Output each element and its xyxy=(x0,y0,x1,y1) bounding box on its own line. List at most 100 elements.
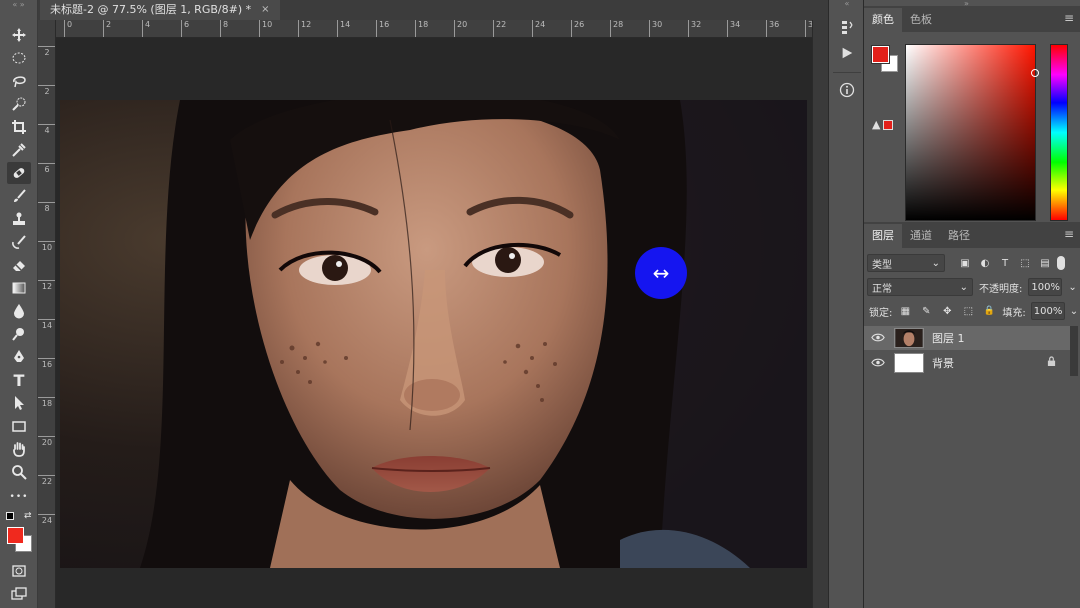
move-tool-icon[interactable] xyxy=(7,24,31,46)
lock-icon xyxy=(1047,356,1056,370)
screen-mode-icon[interactable] xyxy=(7,583,31,605)
layers-scrollbar[interactable] xyxy=(1070,326,1078,376)
quick-mask-icon[interactable] xyxy=(7,560,31,582)
document-tab[interactable]: 未标题-2 @ 77.5% (图层 1, RGB/8#) * × xyxy=(40,0,280,20)
ruler-tick-label: 14 xyxy=(337,20,350,37)
lock-pixels-icon[interactable]: ✎ xyxy=(918,306,934,317)
chevron-down-icon[interactable]: ⌄ xyxy=(1068,282,1076,293)
ruler-tick-label: 30 xyxy=(649,20,662,37)
history-brush-tool-icon[interactable] xyxy=(7,231,31,253)
lock-all-icon[interactable]: 🔒 xyxy=(981,306,997,316)
ruler-tick-label: 10 xyxy=(259,20,272,37)
ruler-tick-label: 8 xyxy=(38,202,55,213)
toolbar-grip[interactable]: « » xyxy=(0,0,37,10)
filter-kind-label: 类型 xyxy=(872,259,892,271)
ruler-tick-label: 4 xyxy=(142,20,150,37)
pixel-filter-icon[interactable]: ▣ xyxy=(957,258,973,269)
gradient-tool-icon[interactable] xyxy=(7,277,31,299)
lasso-tool-icon[interactable] xyxy=(7,70,31,92)
eyedropper-tool-icon[interactable] xyxy=(7,139,31,161)
ruler-tick-label: 18 xyxy=(38,397,55,408)
zoom-tool-icon[interactable] xyxy=(7,461,31,483)
rectangle-tool-icon[interactable] xyxy=(7,415,31,437)
brush-tool-icon[interactable] xyxy=(7,185,31,207)
ruler-tick-label: 24 xyxy=(532,20,545,37)
fill-input[interactable]: 100% xyxy=(1030,302,1065,320)
layer-row-background[interactable]: 背景 xyxy=(864,351,1070,375)
crop-tool-icon[interactable] xyxy=(7,116,31,138)
path-select-tool-icon[interactable] xyxy=(7,392,31,414)
tab-channels[interactable]: 通道 xyxy=(902,224,940,248)
eye-icon[interactable] xyxy=(864,332,892,345)
shape-filter-icon[interactable]: ⬚ xyxy=(1017,258,1033,269)
marquee-tool-icon[interactable] xyxy=(7,47,31,69)
horizontal-ruler[interactable]: 02468101214161820222426283032343638 xyxy=(56,20,828,38)
quick-select-tool-icon[interactable] xyxy=(7,93,31,115)
vertical-scrollbar[interactable] xyxy=(812,20,828,608)
lock-row: 锁定: ▦ ✎ ✥ ⬚ 🔒 填充: 100% ⌄ xyxy=(864,302,1080,320)
ruler-tick-label: 36 xyxy=(766,20,779,37)
chevron-down-icon[interactable]: ⌄ xyxy=(1070,306,1078,317)
hue-slider[interactable] xyxy=(1050,44,1068,221)
tab-swatches[interactable]: 色板 xyxy=(902,8,940,32)
ruler-tick-label: 12 xyxy=(298,20,311,37)
actions-play-icon[interactable] xyxy=(835,42,859,64)
color-panel-tabs: 颜色 色板 ≡ xyxy=(864,6,1080,32)
canvas-area[interactable]: ↔ xyxy=(56,38,812,608)
smart-object-filter-icon[interactable]: ▤ xyxy=(1037,258,1053,269)
default-colors-icon[interactable] xyxy=(6,512,14,520)
ruler-tick-label: 14 xyxy=(38,319,55,330)
healing-brush-tool-icon[interactable] xyxy=(7,162,31,184)
ruler-tick-label: 24 xyxy=(38,514,55,525)
ruler-tick-label: 4 xyxy=(38,124,55,135)
layer-name: 背景 xyxy=(932,357,954,370)
gamut-warning[interactable]: ▲ xyxy=(872,118,894,131)
saturation-value-field[interactable] xyxy=(905,44,1036,221)
filter-toggle[interactable] xyxy=(1057,256,1065,270)
color-panel: ▲ xyxy=(864,32,1080,228)
close-icon[interactable]: × xyxy=(261,0,269,20)
more-tools-icon[interactable]: ••• xyxy=(7,486,31,508)
ruler-tick-label: 6 xyxy=(181,20,189,37)
ruler-tick-label: 0 xyxy=(64,20,72,37)
blur-tool-icon[interactable] xyxy=(7,300,31,322)
eraser-tool-icon[interactable] xyxy=(7,254,31,276)
ruler-tick-label: 22 xyxy=(38,475,55,486)
lock-artboard-icon[interactable]: ⬚ xyxy=(960,306,976,317)
tab-color[interactable]: 颜色 xyxy=(864,8,902,32)
info-panel-icon[interactable] xyxy=(835,79,859,101)
collapse-icon[interactable]: « xyxy=(829,0,865,8)
swap-colors-icon[interactable]: ⇄ xyxy=(24,511,32,521)
ruler-tick-label: 12 xyxy=(38,280,55,291)
hand-tool-icon[interactable] xyxy=(7,438,31,460)
vertical-ruler[interactable]: 2 2 4 6 8 10 12 14 16 18 20 22 24 xyxy=(38,20,56,608)
lock-transparent-icon[interactable]: ▦ xyxy=(897,306,913,317)
document-tab-bar: 未标题-2 @ 77.5% (图层 1, RGB/8#) * × xyxy=(38,0,828,20)
layer-filter-row: 类型 ⌄ ▣ ◐ T ⬚ ▤ xyxy=(864,254,1080,272)
type-tool-icon[interactable]: T xyxy=(7,369,31,391)
layer-row-layer1[interactable]: 图层 1 xyxy=(864,326,1070,350)
foreground-color-swatch[interactable] xyxy=(7,527,24,544)
history-panel-icon[interactable] xyxy=(835,16,859,38)
filter-kind-select[interactable]: 类型 ⌄ xyxy=(867,254,945,272)
foreground-color[interactable] xyxy=(871,45,890,64)
blend-mode-select[interactable]: 正常 ⌄ xyxy=(867,278,973,296)
warning-icon: ▲ xyxy=(872,118,881,131)
tab-layers[interactable]: 图层 xyxy=(864,224,902,248)
clone-stamp-tool-icon[interactable] xyxy=(7,208,31,230)
type-filter-icon[interactable]: T xyxy=(997,258,1013,269)
eye-icon[interactable] xyxy=(864,357,892,370)
ruler-tick-label: 2 xyxy=(38,46,55,57)
pen-tool-icon[interactable] xyxy=(7,346,31,368)
lock-position-icon[interactable]: ✥ xyxy=(939,306,955,317)
dodge-tool-icon[interactable] xyxy=(7,323,31,345)
adjustment-filter-icon[interactable]: ◐ xyxy=(977,258,993,269)
panel-menu-icon[interactable]: ≡ xyxy=(1064,12,1074,24)
ruler-tick-label: 34 xyxy=(727,20,740,37)
tab-paths[interactable]: 路径 xyxy=(940,224,978,248)
color-swatches xyxy=(871,45,902,76)
layers-menu-icon[interactable]: ≡ xyxy=(1064,228,1074,240)
color-picker-marker[interactable] xyxy=(1031,69,1039,77)
opacity-input[interactable]: 100% xyxy=(1028,278,1063,296)
warning-swatch[interactable] xyxy=(883,119,894,130)
